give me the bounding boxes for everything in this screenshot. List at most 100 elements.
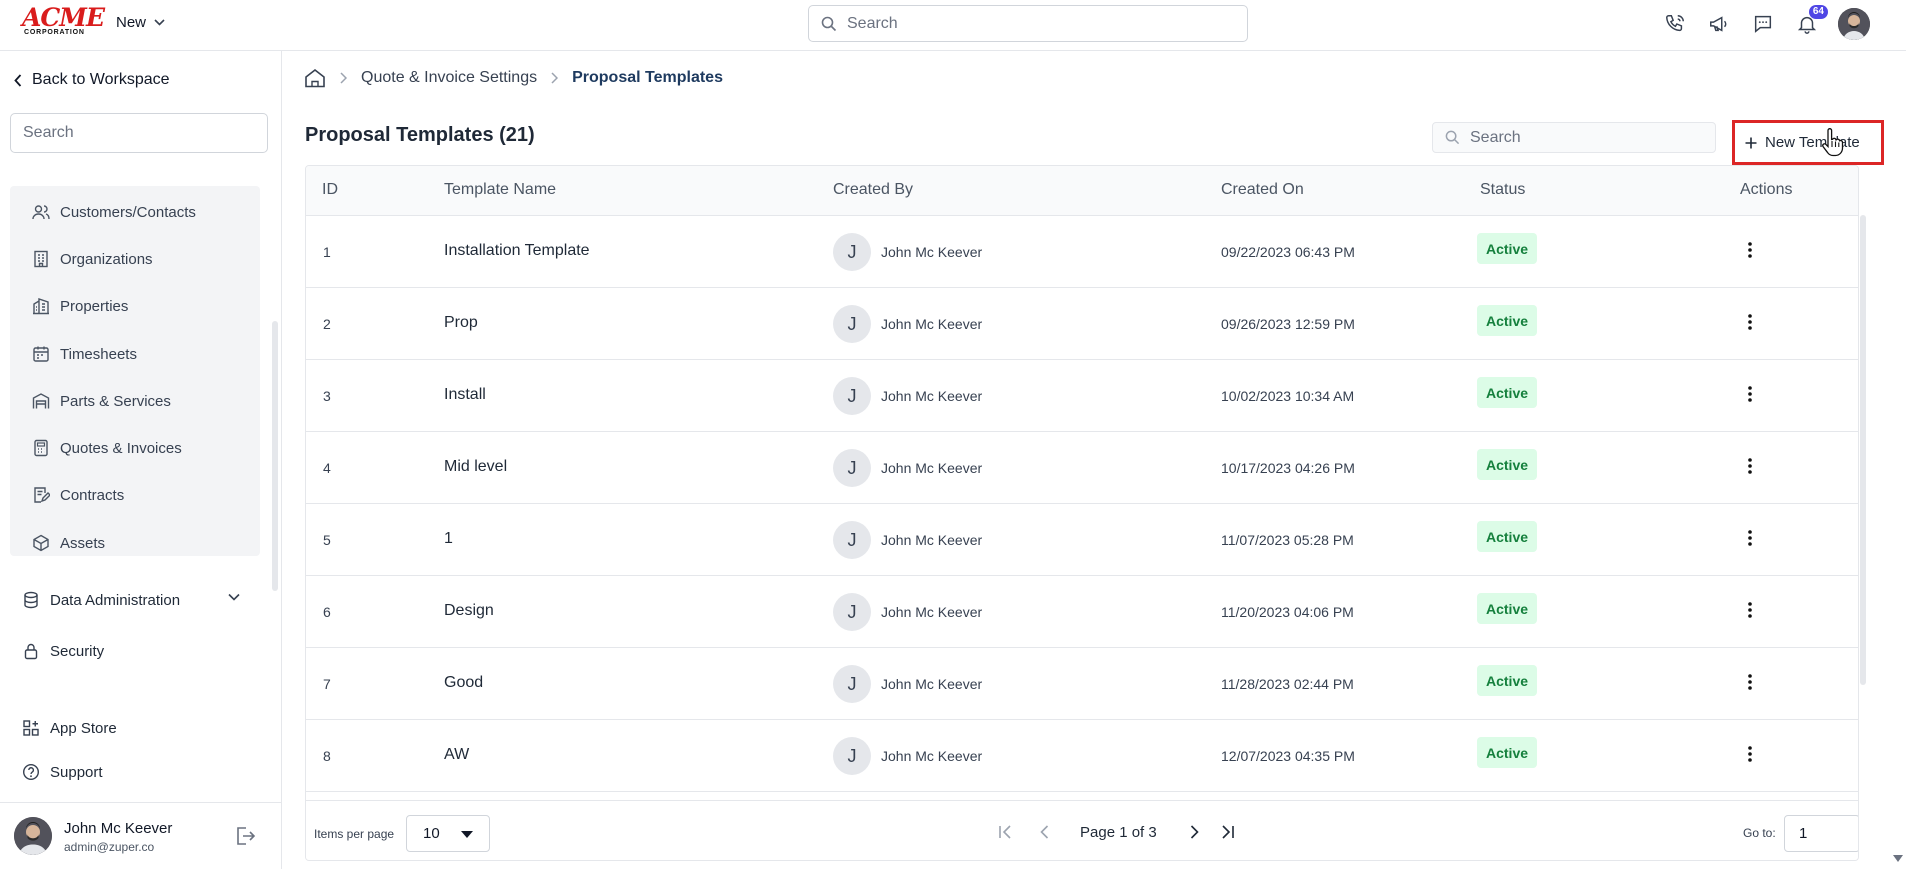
sidebar-item-parts-services[interactable]: Parts & Services [32, 392, 171, 410]
column-header-status[interactable]: Status [1480, 181, 1525, 199]
table-row[interactable]: 5 1 J John Mc Keever 11/07/2023 05:28 PM … [306, 504, 1858, 576]
column-header-id[interactable]: ID [322, 181, 338, 199]
column-header-template-name[interactable]: Template Name [444, 181, 556, 199]
row-id: 2 [323, 316, 331, 332]
go-to-page-input[interactable] [1784, 815, 1858, 852]
chat-icon[interactable] [1750, 11, 1776, 37]
row-template-name[interactable]: Prop [444, 314, 478, 332]
row-actions-menu[interactable] [1740, 526, 1760, 550]
home-icon[interactable] [304, 68, 326, 88]
table-row[interactable]: 6 Design J John Mc Keever 11/20/2023 04:0… [306, 576, 1858, 648]
previous-page-button[interactable] [1034, 822, 1054, 842]
creator-name: John Mc Keever [881, 532, 983, 548]
row-template-name[interactable]: Installation Template [444, 242, 590, 260]
sidebar-item-support[interactable]: Support [22, 763, 103, 781]
last-page-button[interactable] [1217, 822, 1237, 842]
row-actions-menu[interactable] [1740, 598, 1760, 622]
scroll-down-arrow-icon[interactable] [1893, 855, 1903, 863]
more-vertical-icon [1748, 242, 1752, 258]
sidebar-item-security[interactable]: Security [22, 642, 104, 660]
column-header-created-by[interactable]: Created By [833, 181, 913, 199]
column-header-created-on[interactable]: Created On [1221, 181, 1304, 199]
sidebar-item-label: Customers/Contacts [60, 203, 196, 221]
chevron-right-icon [551, 72, 559, 84]
sidebar-item-app-store[interactable]: App Store [22, 719, 117, 737]
template-search-input[interactable] [1470, 128, 1710, 147]
sidebar-item-label: Assets [60, 534, 106, 552]
sidebar-item-data-administration[interactable]: Data Administration [22, 591, 180, 609]
sidebar-item-properties[interactable]: Properties [32, 297, 128, 315]
row-created-on: 09/26/2023 12:59 PM [1221, 316, 1355, 332]
avatar[interactable] [14, 817, 52, 855]
user-profile: John Mc Keever admin@zuper.co [0, 802, 282, 869]
megaphone-icon[interactable] [1706, 11, 1732, 37]
chevron-down-icon[interactable] [228, 593, 240, 601]
template-search[interactable] [1432, 122, 1716, 153]
row-template-name[interactable]: Mid level [444, 458, 507, 476]
row-actions-menu[interactable] [1740, 454, 1760, 478]
sidebar-item-assets[interactable]: Assets [32, 534, 105, 552]
bell-icon[interactable]: 64 [1794, 5, 1828, 37]
creator-initial-avatar: J [833, 737, 871, 775]
row-actions-menu[interactable] [1740, 310, 1760, 334]
back-to-workspace-link[interactable]: Back to Workspace [14, 71, 170, 89]
row-created-on: 10/17/2023 04:26 PM [1221, 460, 1355, 476]
user-avatar[interactable] [1838, 8, 1870, 40]
sidebar-item-customers[interactable]: Customers/Contacts [32, 203, 196, 221]
phone-icon[interactable] [1662, 11, 1688, 37]
first-page-button[interactable] [996, 822, 1016, 842]
sidebar: Back to Workspace Customers/Contacts Org… [0, 51, 282, 869]
row-template-name[interactable]: Design [444, 602, 494, 620]
new-template-button[interactable]: New Template [1732, 120, 1884, 165]
row-actions-menu[interactable] [1740, 382, 1760, 406]
table-row[interactable]: 8 AW J John Mc Keever 12/07/2023 04:35 PM… [306, 720, 1858, 792]
table-row[interactable]: 3 Install J John Mc Keever 10/02/2023 10:… [306, 360, 1858, 432]
help-icon [22, 763, 40, 781]
global-search[interactable] [808, 5, 1248, 42]
status-badge: Active [1477, 305, 1538, 336]
next-page-button[interactable] [1185, 822, 1205, 842]
row-template-name[interactable]: Install [444, 386, 486, 404]
creator-name: John Mc Keever [881, 388, 983, 404]
status-badge: Active [1477, 593, 1538, 624]
sidebar-search[interactable] [10, 113, 268, 153]
global-search-input[interactable] [847, 14, 1227, 33]
row-actions-menu[interactable] [1740, 670, 1760, 694]
row-created-on: 11/20/2023 04:06 PM [1221, 604, 1354, 620]
row-created-on: 12/07/2023 04:35 PM [1221, 748, 1355, 764]
table-row[interactable]: 2 Prop J John Mc Keever 09/26/2023 12:59 … [306, 288, 1858, 360]
sidebar-item-quotes-invoices[interactable]: Quotes & Invoices [32, 439, 182, 457]
creator-name: John Mc Keever [881, 604, 983, 620]
logout-icon[interactable] [234, 825, 256, 847]
table-row[interactable]: 7 Good J John Mc Keever 11/28/2023 02:44 … [306, 648, 1858, 720]
row-template-name[interactable]: 1 [444, 530, 453, 548]
new-menu-button[interactable]: New [116, 14, 165, 31]
chevron-right-icon [340, 72, 347, 84]
sidebar-item-organizations[interactable]: Organizations [32, 250, 153, 268]
status-badge: Active [1477, 665, 1538, 696]
items-per-page-select[interactable]: 10 [406, 815, 490, 852]
table-scrollbar[interactable] [1860, 215, 1866, 685]
row-actions-menu[interactable] [1740, 238, 1760, 262]
table-row[interactable]: 1 Installation Template J John Mc Keever … [306, 216, 1858, 288]
more-vertical-icon [1748, 746, 1752, 762]
top-bar: ACME CORPORATION New 64 [0, 0, 1906, 51]
sidebar-scrollbar[interactable] [272, 321, 278, 591]
search-icon [1445, 130, 1460, 145]
contract-icon [34, 487, 50, 503]
database-icon [24, 591, 38, 609]
sidebar-item-contracts[interactable]: Contracts [32, 486, 124, 504]
plus-icon [1745, 137, 1757, 148]
sidebar-item-timesheets[interactable]: Timesheets [32, 345, 137, 363]
breadcrumb-parent-link[interactable]: Quote & Invoice Settings [361, 69, 537, 87]
acme-logo[interactable]: ACME CORPORATION [22, 5, 105, 38]
table-row[interactable]: 4 Mid level J John Mc Keever 10/17/2023 0… [306, 432, 1858, 504]
more-vertical-icon [1748, 530, 1752, 546]
row-template-name[interactable]: Good [444, 674, 483, 692]
row-created-on: 10/02/2023 10:34 AM [1221, 388, 1355, 404]
logo-subtext: CORPORATION [24, 29, 85, 36]
sidebar-search-input[interactable] [23, 124, 243, 142]
row-actions-menu[interactable] [1740, 742, 1760, 766]
row-template-name[interactable]: AW [444, 746, 469, 764]
creator-initial-avatar: J [833, 521, 871, 559]
